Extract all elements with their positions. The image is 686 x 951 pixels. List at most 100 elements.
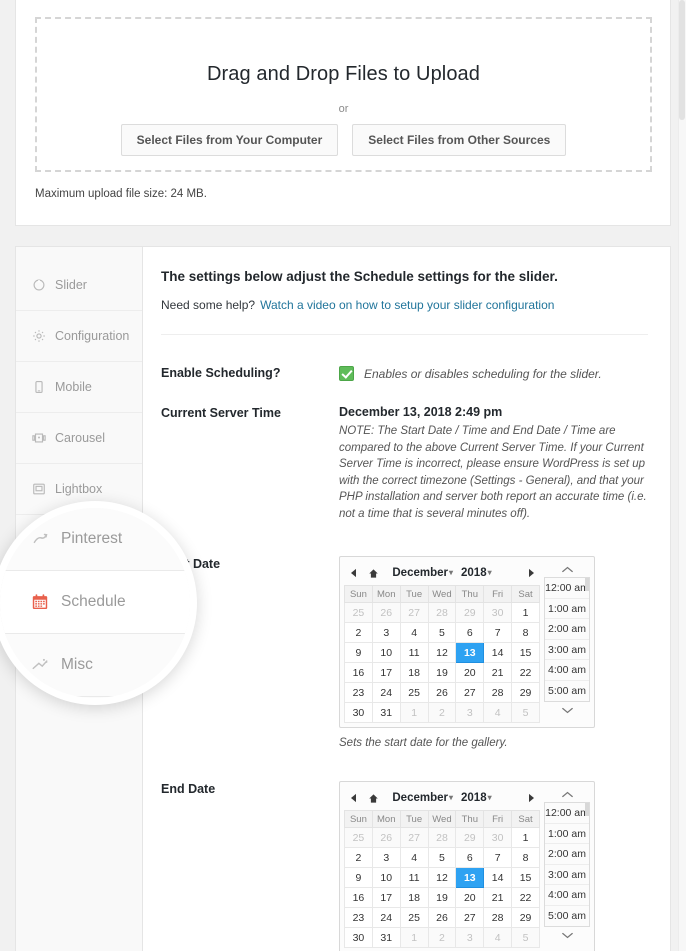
time-option[interactable]: 1:00 am [545,598,589,619]
calendar-day-cell[interactable]: 22 [511,887,540,908]
calendar-day-cell[interactable]: 3 [371,622,401,643]
calendar-day-cell[interactable]: 24 [371,682,401,703]
calendar-day-cell[interactable]: 30 [483,602,513,623]
calendar-day-cell[interactable]: 5 [511,702,540,723]
calendar-day-cell[interactable]: 18 [399,887,429,908]
calendar-day-cell[interactable]: 25 [344,827,373,848]
calendar-day-cell[interactable]: 15 [511,867,540,888]
calendar-day-cell[interactable]: 26 [427,907,457,928]
time-option-list[interactable]: 12:00 am 1:00 am 2:00 am 3:00 am 4:00 am 5:00… [544,577,590,702]
time-option[interactable]: 5:00 am [545,680,589,701]
calendar-day-cell[interactable]: 1 [399,927,429,948]
calendar-day-cell[interactable]: 19 [427,662,457,683]
time-scroll-down-icon[interactable] [544,927,590,943]
calendar-day-cell[interactable]: 4 [483,927,513,948]
year-select[interactable]: 2018▾ [461,792,492,804]
sidebar-item-lightbox[interactable]: Lightbox [16,464,142,515]
calendar-day-cell[interactable]: 4 [483,702,513,723]
sidebar-item-slider[interactable]: Slider [16,260,142,311]
month-select[interactable]: December▾ [392,567,453,579]
calendar-day-cell[interactable]: 2 [344,622,373,643]
calendar-day-cell[interactable]: 23 [344,907,373,928]
calendar-day-cell[interactable]: 10 [371,867,401,888]
home-icon[interactable] [366,566,380,580]
calendar-day-cell[interactable]: 3 [455,927,485,948]
calendar-day-cell[interactable]: 15 [511,642,540,663]
calendar-day-cell[interactable]: 3 [455,702,485,723]
calendar-day-cell[interactable]: 6 [455,847,485,868]
time-option[interactable]: 4:00 am [545,660,589,681]
calendar-day-cell[interactable]: 19 [427,887,457,908]
calendar-day-cell[interactable]: 28 [427,602,457,623]
time-scroll-up-icon[interactable] [544,786,590,802]
year-select[interactable]: 2018▾ [461,567,492,579]
calendar-day-cell[interactable]: 23 [344,682,373,703]
scrollbar-thumb[interactable] [679,0,685,120]
calendar-day-cell[interactable]: 13 [455,642,485,663]
calendar-day-cell[interactable]: 18 [399,662,429,683]
calendar-day-cell[interactable]: 11 [399,867,429,888]
prev-month-button[interactable] [346,566,360,580]
calendar-day-cell[interactable]: 2 [427,927,457,948]
calendar-day-cell[interactable]: 12 [427,642,457,663]
next-month-button[interactable] [524,566,538,580]
start-date-datepicker[interactable]: December▾ 2018▾ Sun Mon Tue Wed Thu Fri Sat 25 26 2… [339,556,595,728]
calendar-day-cell[interactable]: 5 [427,847,457,868]
calendar-day-cell[interactable]: 28 [483,682,513,703]
select-files-computer-button[interactable]: Select Files from Your Computer [120,124,339,156]
calendar-day-cell[interactable]: 9 [344,867,373,888]
calendar-day-cell[interactable]: 26 [427,682,457,703]
calendar-day-cell[interactable]: 29 [511,682,540,703]
calendar-day-cell[interactable]: 17 [371,662,401,683]
time-option[interactable]: 12:00 am [545,803,589,824]
calendar-day-cell[interactable]: 5 [427,622,457,643]
time-option-list[interactable]: 12:00 am 1:00 am 2:00 am 3:00 am 4:00 am 5:00… [544,802,590,927]
time-option[interactable]: 4:00 am [545,885,589,906]
calendar-day-cell[interactable]: 14 [483,642,513,663]
calendar-day-cell[interactable]: 11 [399,642,429,663]
time-option[interactable]: 5:00 am [545,905,589,926]
calendar-day-cell[interactable]: 21 [483,662,513,683]
calendar-day-cell[interactable]: 27 [455,682,485,703]
calendar-day-cell[interactable]: 7 [483,622,513,643]
calendar-day-cell[interactable]: 12 [427,867,457,888]
calendar-day-cell[interactable]: 25 [399,682,429,703]
sidebar-item-mobile[interactable]: Mobile [16,362,142,413]
enable-scheduling-checkbox[interactable] [339,366,354,382]
calendar-day-cell[interactable]: 1 [511,602,540,623]
calendar-day-cell[interactable]: 29 [455,827,485,848]
calendar-day-cell[interactable]: 2 [344,847,373,868]
calendar-day-cell[interactable]: 20 [455,887,485,908]
calendar-day-cell[interactable]: 17 [371,887,401,908]
help-video-link[interactable]: Watch a video on how to setup your slide… [260,298,554,312]
calendar-day-cell[interactable]: 1 [511,827,540,848]
time-option[interactable]: 1:00 am [545,823,589,844]
next-month-button[interactable] [524,791,538,805]
calendar-day-cell[interactable]: 10 [371,642,401,663]
calendar-day-cell[interactable]: 27 [399,827,429,848]
calendar-day-cell[interactable]: 16 [344,887,373,908]
calendar-day-cell[interactable]: 30 [483,827,513,848]
calendar-day-cell[interactable]: 20 [455,662,485,683]
calendar-day-cell[interactable]: 30 [344,702,373,723]
calendar-day-cell[interactable]: 26 [371,827,401,848]
sidebar-item-pinterest[interactable]: Pinterest [16,515,142,566]
prev-month-button[interactable] [346,791,360,805]
time-scroll-up-icon[interactable] [544,561,590,577]
calendar-day-cell[interactable]: 8 [511,847,540,868]
calendar-day-cell[interactable]: 29 [511,907,540,928]
time-list-scrollbar[interactable] [585,578,589,591]
calendar-day-cell[interactable]: 31 [371,927,401,948]
time-option[interactable]: 2:00 am [545,844,589,865]
calendar-day-cell[interactable]: 5 [511,927,540,948]
calendar-day-cell[interactable]: 1 [399,702,429,723]
calendar-day-cell[interactable]: 31 [371,702,401,723]
calendar-day-cell[interactable]: 16 [344,662,373,683]
calendar-day-cell[interactable]: 6 [455,622,485,643]
calendar-day-cell[interactable]: 21 [483,887,513,908]
calendar-day-cell[interactable]: 7 [483,847,513,868]
calendar-day-cell[interactable]: 4 [399,622,429,643]
time-list-scrollbar[interactable] [585,803,589,816]
calendar-day-cell[interactable]: 4 [399,847,429,868]
calendar-day-cell[interactable]: 27 [455,907,485,928]
